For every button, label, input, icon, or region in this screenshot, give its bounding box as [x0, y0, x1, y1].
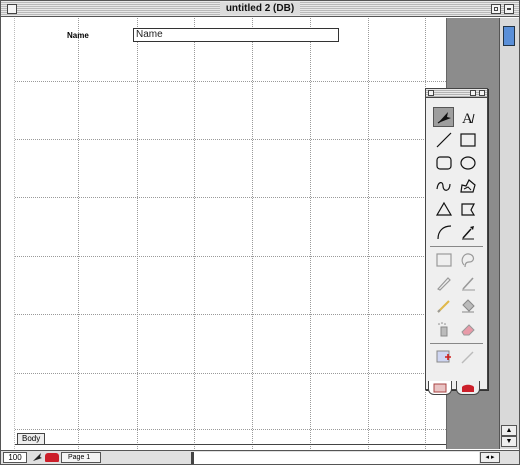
grid-line — [78, 18, 79, 449]
palette-divider — [430, 343, 483, 344]
page-indicator[interactable]: Page 1 — [61, 452, 102, 463]
palette-divider — [430, 246, 483, 247]
palette-zoom-icon[interactable] — [470, 90, 476, 96]
pencil-tool-icon[interactable] — [433, 273, 454, 293]
lasso-select-icon[interactable] — [457, 250, 478, 270]
text-tool-icon[interactable]: A — [457, 107, 478, 127]
marquee-select-icon[interactable] — [433, 250, 454, 270]
layout-mode-icon[interactable] — [45, 453, 59, 462]
spray-tool-icon[interactable] — [433, 319, 454, 339]
grid-line — [194, 18, 195, 449]
rounded-rect-tool-icon[interactable] — [433, 153, 454, 173]
rectangle-tool-icon[interactable] — [457, 130, 478, 150]
svg-text:A: A — [462, 111, 473, 126]
paint-brush-tool-icon[interactable] — [433, 296, 454, 316]
grid-line — [252, 18, 253, 449]
scroll-up-arrow-icon[interactable]: ▲ — [501, 425, 517, 436]
grid-line — [15, 139, 446, 140]
window-title: untitled 2 (DB) — [219, 2, 301, 15]
scroll-thumb[interactable] — [503, 26, 515, 46]
line-tool-icon[interactable] — [433, 130, 454, 150]
eraser-tool-icon[interactable] — [457, 319, 478, 339]
scroll-down-arrow-icon[interactable]: ▼ — [501, 436, 517, 447]
palette-collapse-icon[interactable] — [479, 90, 485, 96]
status-bar: 100 Page 1 ◂ ▸ — [1, 450, 519, 464]
horizontal-scrollbar[interactable] — [194, 452, 479, 464]
grid-line — [15, 373, 446, 374]
grid-line — [310, 18, 311, 449]
freehand-tool-icon[interactable] — [433, 176, 454, 196]
polygon-tool-icon[interactable] — [457, 199, 478, 219]
paint-bucket-tool-icon[interactable] — [457, 296, 478, 316]
insert-field-icon[interactable] — [433, 347, 454, 367]
grid-line — [15, 429, 446, 430]
left-margin — [1, 18, 15, 449]
triangle-tool-icon[interactable] — [433, 199, 454, 219]
grid-line — [137, 18, 138, 449]
eyedropper-tool-icon[interactable] — [457, 222, 478, 242]
name-field-label[interactable]: Name — [67, 31, 89, 40]
arc-tool-icon[interactable] — [433, 222, 454, 242]
freeform-shape-tool-icon[interactable] — [457, 176, 478, 196]
palette-title-bar[interactable] — [426, 89, 487, 98]
grid-line — [15, 81, 446, 82]
database-window: untitled 2 (DB) Name Name Body ▲ ▼ 100 P… — [0, 0, 520, 465]
shapes-tab-icon[interactable] — [456, 381, 480, 395]
zoom-level[interactable]: 100 — [3, 452, 27, 463]
body-part-boundary[interactable] — [15, 444, 446, 445]
title-bar[interactable]: untitled 2 (DB) — [1, 1, 519, 17]
brush-tool-icon[interactable] — [457, 273, 478, 293]
collapse-box-icon[interactable] — [504, 4, 514, 14]
disabled-line-icon — [457, 347, 478, 367]
grid-line — [368, 18, 369, 449]
vertical-scrollbar[interactable]: ▲ ▼ — [499, 18, 519, 449]
layout-tab-icon[interactable] — [428, 381, 452, 395]
grid-line — [15, 314, 446, 315]
grid-line — [15, 256, 446, 257]
pointer-tool-icon[interactable] — [433, 107, 454, 127]
zoom-box-icon[interactable] — [491, 4, 501, 14]
layout-canvas[interactable] — [15, 18, 446, 449]
tool-palette[interactable]: A — [425, 88, 488, 395]
palette-close-icon[interactable] — [428, 90, 434, 96]
body-part-tab[interactable]: Body — [17, 433, 46, 445]
scroll-left-right-arrows-icon[interactable]: ◂ ▸ — [480, 452, 500, 463]
grid-line — [15, 197, 446, 198]
oval-tool-icon[interactable] — [457, 153, 478, 173]
pointer-mode-icon[interactable] — [31, 452, 43, 463]
name-field[interactable]: Name — [133, 28, 339, 42]
